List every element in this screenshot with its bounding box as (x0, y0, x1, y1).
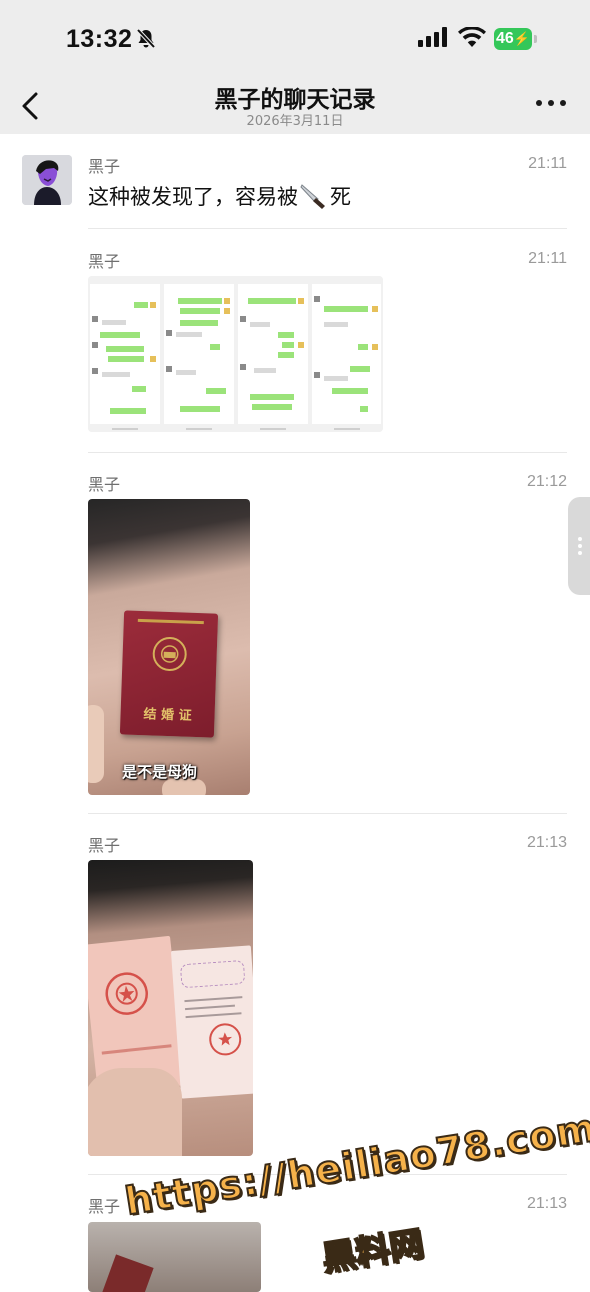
battery-indicator: 46⚡ (494, 28, 532, 50)
photo-image[interactable] (88, 1222, 261, 1292)
marriage-certificate-booklet: 结 婚 证 (119, 610, 219, 738)
chat-screenshots-image[interactable] (88, 276, 383, 432)
message-text-part: 死 (330, 185, 351, 209)
message-time: 21:13 (526, 834, 567, 851)
red-seal-icon (105, 972, 148, 1015)
battery-tip (534, 35, 537, 43)
message-text-part: 这种被发现了，容易被 (88, 185, 298, 209)
image-caption: 是不是母狗 (122, 763, 198, 781)
sender-name: 黑子 (88, 252, 121, 271)
more-options-icon[interactable] (536, 100, 566, 108)
message-text[interactable]: 这种被发现了，容易被 死 (88, 181, 351, 211)
red-seal-icon (209, 1023, 242, 1056)
booklet-title: 结 婚 证 (143, 707, 192, 724)
page-subtitle-date: 2026年3月11日 (246, 114, 344, 129)
watermark-site-name: 黑料网 (318, 1223, 427, 1280)
sender-name: 黑子 (88, 475, 121, 494)
photo-image[interactable]: 结 婚 证 是不是母狗 (88, 499, 250, 795)
open-certificate-right-page (170, 945, 253, 1099)
sender-name: 黑子 (88, 1197, 121, 1216)
chat-screenshots-graphic (88, 276, 383, 432)
message-time: 21:13 (526, 1195, 567, 1212)
wifi-icon (458, 27, 486, 47)
hand (88, 1068, 182, 1156)
sender-name: 黑子 (88, 157, 121, 176)
avatar-portrait-icon (22, 155, 72, 205)
page-title: 黑子的聊天记录 (214, 87, 376, 113)
chat-header: 黑子的聊天记录 2026年3月11日 (0, 74, 590, 134)
side-drawer-handle[interactable] (568, 497, 590, 595)
status-time: 13:32 (66, 25, 133, 53)
message-time: 21:11 (528, 250, 567, 267)
message-divider (88, 813, 567, 814)
finger-left (88, 705, 104, 783)
message-divider (88, 452, 567, 453)
cellular-signal-icon (418, 27, 447, 47)
emblem-icon (152, 637, 187, 672)
message-time: 21:12 (526, 473, 567, 490)
status-bar: 13:32 46⚡ (0, 0, 590, 74)
message-divider (88, 228, 567, 229)
sender-name: 黑子 (88, 836, 121, 855)
bell-muted-icon (136, 28, 156, 49)
knife-emoji-icon (300, 184, 325, 209)
photo-image[interactable] (88, 860, 253, 1156)
message-time: 21:11 (528, 155, 567, 172)
avatar[interactable] (22, 155, 72, 205)
